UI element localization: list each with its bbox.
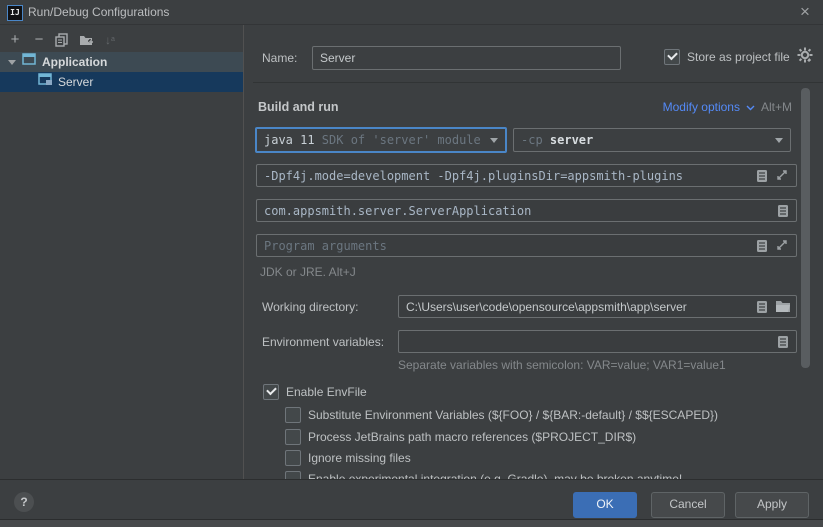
enable-envfile-row: Enable EnvFile <box>263 384 367 400</box>
substitute-env-vars-checkbox[interactable] <box>285 407 301 423</box>
title-bar: IJ Run/Debug Configurations × <box>0 0 823 25</box>
environment-variables-label: Environment variables: <box>262 335 384 349</box>
section-divider <box>253 82 823 83</box>
name-label: Name: <box>262 51 297 65</box>
modify-options-shortcut: Alt+M <box>761 100 792 114</box>
enable-envfile-label: Enable EnvFile <box>286 385 367 399</box>
apply-button[interactable]: Apply <box>735 492 809 518</box>
dialog-footer: ? OK Cancel Apply <box>0 479 823 520</box>
insert-macros-icon[interactable] <box>754 299 770 315</box>
browse-folder-icon[interactable] <box>775 299 791 315</box>
envfile-option-label: Substitute Environment Variables (${FOO}… <box>308 408 718 422</box>
environment-variables-input[interactable] <box>399 335 775 349</box>
help-button[interactable]: ? <box>14 492 34 512</box>
working-directory-label: Working directory: <box>262 300 358 314</box>
name-input[interactable] <box>313 51 620 65</box>
cp-module: server <box>550 133 593 147</box>
vm-options-input[interactable] <box>257 169 754 183</box>
new-folder-icon[interactable] <box>77 31 95 49</box>
store-as-project-file-label: Store as project file <box>687 50 790 64</box>
chevron-down-icon[interactable] <box>746 100 755 114</box>
insert-macros-icon[interactable] <box>754 238 770 254</box>
jre-value: java 11 <box>257 133 315 147</box>
envfile-option-row: Ignore missing files <box>285 450 411 466</box>
jre-combobox[interactable]: java 11 SDK of 'server' module <box>255 127 507 153</box>
expand-field-icon[interactable] <box>775 238 791 254</box>
envfile-option-label: Ignore missing files <box>308 451 411 465</box>
close-icon[interactable]: × <box>795 2 815 22</box>
process-path-macros-checkbox[interactable] <box>285 429 301 445</box>
tree-group-application[interactable]: Application <box>0 52 243 72</box>
copy-configuration-icon[interactable] <box>53 31 71 49</box>
run-debug-configurations-dialog: IJ Run/Debug Configurations × + − ↓az Ap… <box>0 0 823 527</box>
jre-hint: SDK of 'server' module <box>315 133 481 147</box>
expand-field-icon[interactable] <box>775 168 791 184</box>
background-window-strip <box>0 519 823 527</box>
insert-macros-icon[interactable] <box>754 168 770 184</box>
insert-macros-icon[interactable] <box>775 334 791 350</box>
main-class-input[interactable] <box>257 204 775 218</box>
configurations-panel: + − ↓az Application Server Edit configur… <box>0 25 244 479</box>
add-configuration-icon[interactable]: + <box>6 31 24 49</box>
tree-item-label: Server <box>58 72 93 92</box>
main-class-field-wrap <box>256 199 797 222</box>
intellij-logo-icon: IJ <box>7 5 23 21</box>
dropdown-arrow-icon[interactable] <box>775 138 783 143</box>
jdk-hint: JDK or JRE. Alt+J <box>260 265 356 279</box>
envfile-option-label: Process JetBrains path macro references … <box>308 430 636 444</box>
ignore-missing-files-checkbox[interactable] <box>285 450 301 466</box>
environment-variables-field-wrap <box>398 330 797 353</box>
vertical-scrollbar[interactable] <box>801 88 810 368</box>
environment-variables-hint: Separate variables with semicolon: VAR=v… <box>398 358 726 372</box>
remove-configuration-icon[interactable]: − <box>30 31 48 49</box>
envfile-option-row: Substitute Environment Variables (${FOO}… <box>285 407 718 423</box>
working-directory-field-wrap <box>398 295 797 318</box>
insert-macros-icon[interactable] <box>775 203 791 219</box>
store-as-project-file-checkbox[interactable] <box>664 49 680 65</box>
sort-configurations-icon: ↓az <box>101 31 119 49</box>
classpath-combobox[interactable]: -cp server <box>513 128 791 152</box>
envfile-option-row: Process JetBrains path macro references … <box>285 429 636 445</box>
working-directory-input[interactable] <box>399 300 754 314</box>
tree-group-label: Application <box>42 52 107 72</box>
modify-options-link[interactable]: Modify options <box>663 100 740 114</box>
enable-envfile-checkbox[interactable] <box>263 384 279 400</box>
window-title: Run/Debug Configurations <box>28 5 169 19</box>
run-configuration-icon <box>38 72 53 92</box>
gear-icon[interactable] <box>797 47 813 66</box>
vm-options-field-wrap <box>256 164 797 187</box>
program-arguments-input[interactable] <box>257 239 754 253</box>
cp-flag: -cp <box>514 133 550 147</box>
program-arguments-field-wrap <box>256 234 797 257</box>
dropdown-arrow-icon[interactable] <box>490 138 498 143</box>
cancel-button[interactable]: Cancel <box>651 492 725 518</box>
chevron-down-icon[interactable] <box>8 58 16 66</box>
build-and-run-heading: Build and run <box>258 100 339 114</box>
store-as-project-file-row: Store as project file <box>664 47 813 66</box>
tree-item-server[interactable]: Server <box>0 72 243 92</box>
application-type-icon <box>22 52 37 72</box>
ok-button[interactable]: OK <box>573 492 637 518</box>
